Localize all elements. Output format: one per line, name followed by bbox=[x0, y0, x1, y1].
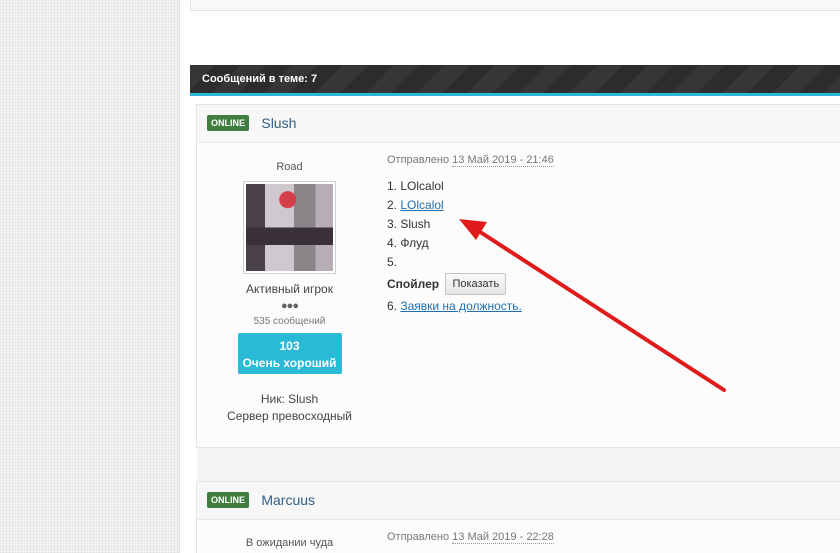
post-date-value: 13 Май 2019 - 22:28 bbox=[452, 531, 554, 544]
post-content: 1. LOlcalol 2. LOlcalol 3. Slush 4. Флуд… bbox=[387, 177, 554, 316]
author-info: В ожидании чуда bbox=[197, 520, 382, 549]
author-info: Road Активный игрок ●●● 535 сообщений 10… bbox=[197, 143, 382, 425]
spoiler-show-button[interactable]: Показать bbox=[445, 273, 507, 295]
spoiler-label: Спойлер bbox=[387, 277, 440, 291]
applications-link[interactable]: Заявки на должность. bbox=[400, 299, 522, 313]
post: ONLINE Marcuus В ожидании чуда Отправлен… bbox=[196, 481, 840, 553]
list-item-prefix: 6. bbox=[387, 299, 401, 313]
post-count: 535 сообщений bbox=[253, 316, 326, 327]
rank-title: Road bbox=[276, 161, 303, 173]
post-date-prefix: Отправлено bbox=[387, 531, 450, 543]
list-item-prefix: 2. bbox=[387, 198, 401, 212]
topic-post-count: Сообщений в теме: 7 bbox=[202, 73, 318, 85]
content-link[interactable]: LOlcalol bbox=[400, 198, 443, 212]
group-name: Активный игрок bbox=[246, 282, 333, 296]
rank-pips: ●●● bbox=[281, 300, 299, 312]
spoiler: Спойлер Показать bbox=[387, 273, 554, 297]
avatar-image bbox=[246, 184, 333, 271]
post-footer bbox=[197, 448, 840, 482]
list-item: 2. LOlcalol bbox=[387, 196, 554, 215]
list-item: 1. LOlcalol bbox=[387, 179, 444, 193]
post-date-prefix: Отправлено bbox=[387, 154, 450, 166]
post-header: ONLINE Marcuus bbox=[197, 482, 840, 520]
list-item: 3. Slush bbox=[387, 217, 431, 231]
topic-header: Сообщений в теме: 7 bbox=[190, 65, 840, 96]
post-body: Отправлено 13 Май 2019 - 22:28 bbox=[387, 531, 554, 544]
author-link[interactable]: Slush bbox=[261, 115, 296, 131]
post-date: Отправлено 13 Май 2019 - 21:46 bbox=[387, 154, 554, 167]
custom-field-nick: Ник: Slush bbox=[260, 392, 319, 406]
online-badge: ONLINE bbox=[207, 492, 250, 508]
rank-title: В ожидании чуда bbox=[245, 537, 334, 549]
author-link[interactable]: Marcuus bbox=[261, 492, 315, 508]
reputation-value: 103 bbox=[279, 339, 300, 353]
list-item: 4. Флуд bbox=[387, 236, 429, 250]
custom-field-server: Сервер превосходный bbox=[227, 409, 352, 423]
post-body: Отправлено 13 Май 2019 - 21:46 1. LOlcal… bbox=[387, 154, 554, 316]
post: ONLINE Slush Road Активный игрок ●●● 535… bbox=[196, 104, 840, 482]
online-badge: ONLINE bbox=[207, 115, 250, 131]
previous-block bbox=[190, 0, 840, 11]
list-item: 5. bbox=[387, 255, 398, 269]
main-content: Сообщений в теме: 7 ONLINE Slush Road Ак… bbox=[179, 0, 840, 553]
reputation-label: Очень хороший bbox=[242, 356, 337, 370]
avatar[interactable] bbox=[243, 181, 336, 274]
post-date: Отправлено 13 Май 2019 - 22:28 bbox=[387, 531, 554, 544]
list-item: 6. Заявки на должность. bbox=[387, 297, 554, 316]
post-header: ONLINE Slush bbox=[197, 105, 840, 143]
post-date-value: 13 Май 2019 - 21:46 bbox=[452, 154, 554, 167]
reputation-badge: 103 Очень хороший bbox=[237, 333, 342, 374]
